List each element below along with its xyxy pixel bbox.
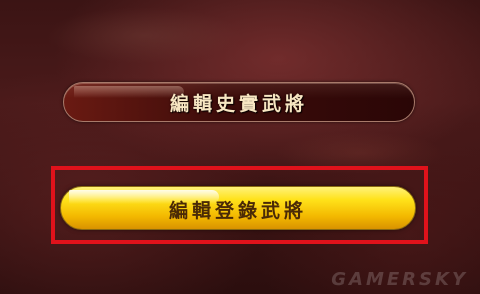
button-gloss	[74, 86, 184, 98]
edit-registered-officers-button[interactable]: 編輯登錄武將	[60, 186, 416, 230]
watermark: GAMERSKY	[331, 269, 468, 290]
edit-registered-officers-label: 編輯登錄武將	[168, 199, 307, 222]
background-haze	[0, 0, 480, 294]
edit-historical-officers-button[interactable]: 編輯史實武將	[63, 82, 415, 122]
edit-historical-officers-label: 編輯史實武將	[169, 92, 308, 115]
